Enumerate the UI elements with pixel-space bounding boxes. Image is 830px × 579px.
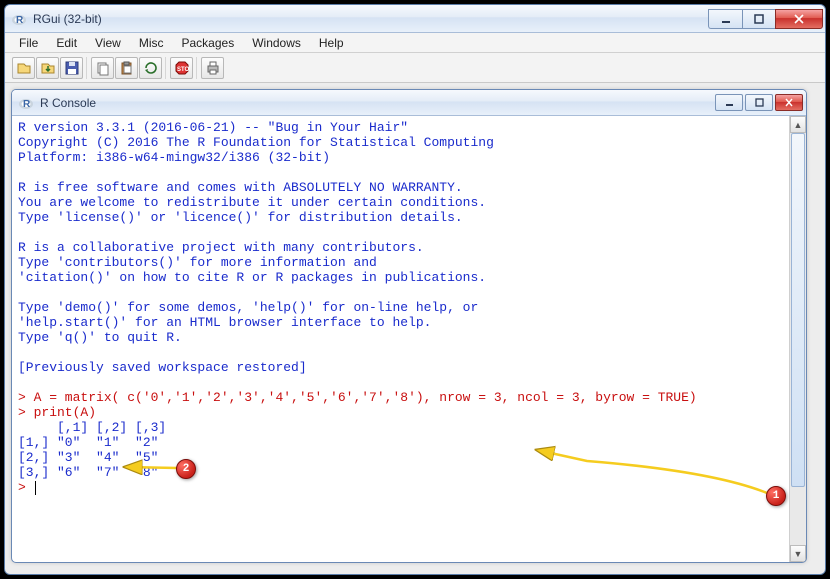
annotation-bubble-2: 2: [176, 459, 196, 479]
scroll-thumb[interactable]: [791, 133, 805, 487]
close-button[interactable]: [775, 9, 823, 29]
console-line: Type 'contributors()' for more informati…: [18, 255, 377, 270]
minimize-button[interactable]: [708, 9, 742, 29]
titlebar[interactable]: R RGui (32-bit): [5, 5, 825, 33]
console-line: Type 'license()' or 'licence()' for dist…: [18, 210, 463, 225]
menu-help[interactable]: Help: [311, 34, 352, 52]
menu-view[interactable]: View: [87, 34, 129, 52]
console-icon: R: [18, 95, 34, 111]
scroll-down-button[interactable]: ▼: [790, 545, 806, 562]
console-line: 'help.start()' for an HTML browser inter…: [18, 315, 431, 330]
paste-button[interactable]: [115, 57, 138, 79]
menu-packages[interactable]: Packages: [174, 34, 243, 52]
console-line: R is free software and comes with ABSOLU…: [18, 180, 463, 195]
console-output[interactable]: R version 3.3.1 (2016-06-21) -- "Bug in …: [12, 116, 789, 562]
annotation-bubble-1: 1: [766, 486, 786, 506]
copy-button[interactable]: [91, 57, 114, 79]
console-line: R version 3.3.1 (2016-06-21) -- "Bug in …: [18, 120, 408, 135]
maximize-button[interactable]: [742, 9, 776, 29]
app-icon: R: [11, 11, 27, 27]
main-window: R RGui (32-bit) File Edit View Misc Pack…: [4, 4, 826, 575]
console-line: [,1] [,2] [,3]: [18, 420, 166, 435]
svg-text:R: R: [23, 99, 31, 110]
mdi-client-area: R R Console R version 3.3.1 (2016-06-21)…: [5, 83, 825, 574]
console-input-line: > A = matrix( c('0','1','2','3','4','5',…: [18, 390, 697, 405]
console-line: Copyright (C) 2016 The R Foundation for …: [18, 135, 494, 150]
load-workspace-button[interactable]: [36, 57, 59, 79]
stop-button[interactable]: STOP: [170, 57, 193, 79]
console-line: You are welcome to redistribute it under…: [18, 195, 486, 210]
menubar: File Edit View Misc Packages Windows Hel…: [5, 33, 825, 53]
scroll-up-button[interactable]: ▲: [790, 116, 806, 133]
console-line: [3,] "6" "7" "8": [18, 465, 166, 480]
console-line: [2,] "3" "4" "5": [18, 450, 166, 465]
console-window: R R Console R version 3.3.1 (2016-06-21)…: [11, 89, 807, 563]
toolbar: STOP: [5, 53, 825, 83]
console-minimize-button[interactable]: [715, 94, 743, 111]
console-line: [1,] "0" "1" "2": [18, 435, 166, 450]
console-titlebar[interactable]: R R Console: [12, 90, 806, 116]
svg-text:R: R: [16, 15, 24, 26]
copy-paste-button[interactable]: [139, 57, 162, 79]
console-close-button[interactable]: [775, 94, 803, 111]
console-line: R is a collaborative project with many c…: [18, 240, 424, 255]
console-line: Type 'q()' to quit R.: [18, 330, 182, 345]
menu-file[interactable]: File: [11, 34, 46, 52]
console-line: Platform: i386-w64-mingw32/i386 (32-bit): [18, 150, 330, 165]
window-title: RGui (32-bit): [33, 12, 702, 26]
text-cursor: [35, 481, 36, 495]
svg-text:STOP: STOP: [177, 67, 190, 73]
console-title: R Console: [40, 96, 709, 110]
print-button[interactable]: [201, 57, 224, 79]
console-line: [Previously saved workspace restored]: [18, 360, 307, 375]
console-line: 'citation()' on how to cite R or R packa…: [18, 270, 486, 285]
open-script-button[interactable]: [12, 57, 35, 79]
scroll-track[interactable]: [790, 133, 806, 545]
console-maximize-button[interactable]: [745, 94, 773, 111]
console-line: Type 'demo()' for some demos, 'help()' f…: [18, 300, 478, 315]
save-workspace-button[interactable]: [60, 57, 83, 79]
menu-misc[interactable]: Misc: [131, 34, 172, 52]
menu-edit[interactable]: Edit: [48, 34, 85, 52]
console-input-line: > print(A): [18, 405, 96, 420]
vertical-scrollbar[interactable]: ▲ ▼: [789, 116, 806, 562]
console-prompt: >: [18, 480, 34, 495]
menu-windows[interactable]: Windows: [244, 34, 309, 52]
